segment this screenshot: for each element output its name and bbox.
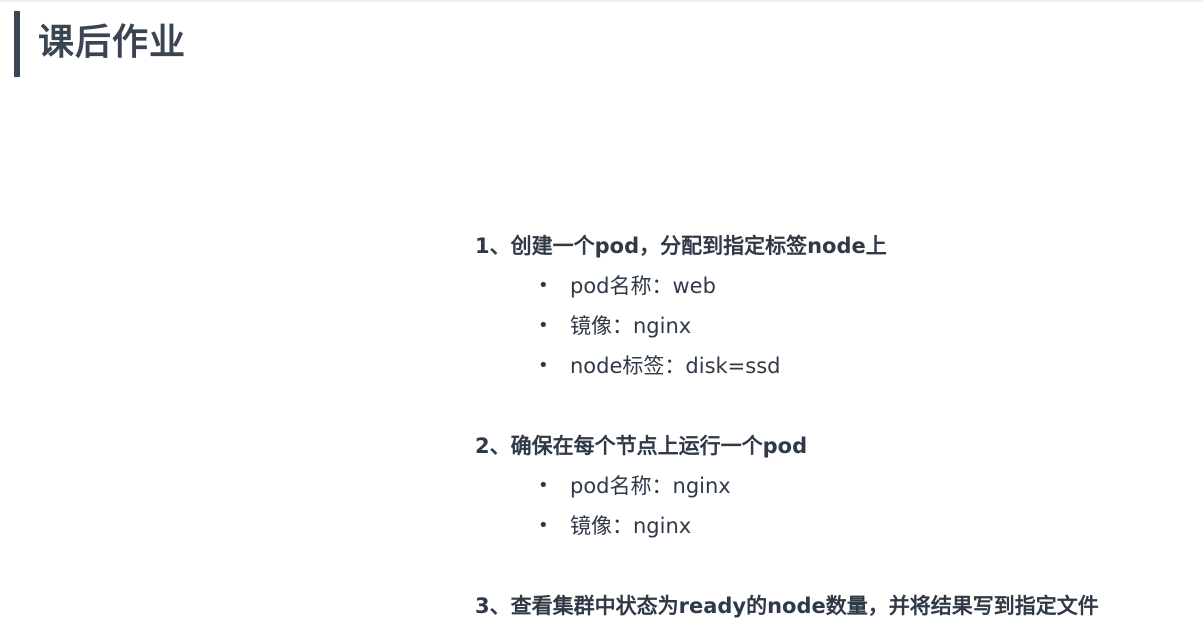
list-item-text: pod名称：web xyxy=(570,274,716,298)
task-heading: 2、确保在每个节点上运行一个pod xyxy=(475,434,808,458)
list-item: • 镜像：nginx xyxy=(475,506,1195,546)
task-heading: 1、创建一个pod，分配到指定标签node上 xyxy=(475,234,887,258)
list-item-text: pod名称：nginx xyxy=(570,474,731,498)
title-accent-bar xyxy=(14,11,20,77)
task-items: • pod名称：web • 镜像：nginx • node标签：disk=ssd xyxy=(475,266,1195,386)
list-item: • pod名称：nginx xyxy=(475,466,1195,506)
task-heading: 3、查看集群中状态为ready的node数量，并将结果写到指定文件 xyxy=(475,594,1099,618)
task-items: • pod名称：nginx • 镜像：nginx xyxy=(475,466,1195,546)
list-item-text: node标签：disk=ssd xyxy=(570,354,781,378)
bullet-icon: • xyxy=(538,355,549,376)
homework-content: 1、创建一个pod，分配到指定标签node上 • pod名称：web • 镜像：… xyxy=(475,226,1195,626)
list-item: • pod名称：web xyxy=(475,266,1195,306)
task-2: 2、确保在每个节点上运行一个pod • pod名称：nginx • 镜像：ngi… xyxy=(475,426,1195,546)
list-item: • node标签：disk=ssd xyxy=(475,346,1195,386)
bullet-icon: • xyxy=(538,475,549,496)
bullet-icon: • xyxy=(538,275,549,296)
bullet-icon: • xyxy=(538,315,549,336)
top-divider xyxy=(0,0,1203,2)
list-item-text: 镜像：nginx xyxy=(570,314,692,338)
page-title: 课后作业 xyxy=(38,22,187,63)
task-1: 1、创建一个pod，分配到指定标签node上 • pod名称：web • 镜像：… xyxy=(475,226,1195,386)
bullet-icon: • xyxy=(538,515,549,536)
task-3: 3、查看集群中状态为ready的node数量，并将结果写到指定文件 xyxy=(475,586,1195,626)
list-item-text: 镜像：nginx xyxy=(570,514,692,538)
list-item: • 镜像：nginx xyxy=(475,306,1195,346)
